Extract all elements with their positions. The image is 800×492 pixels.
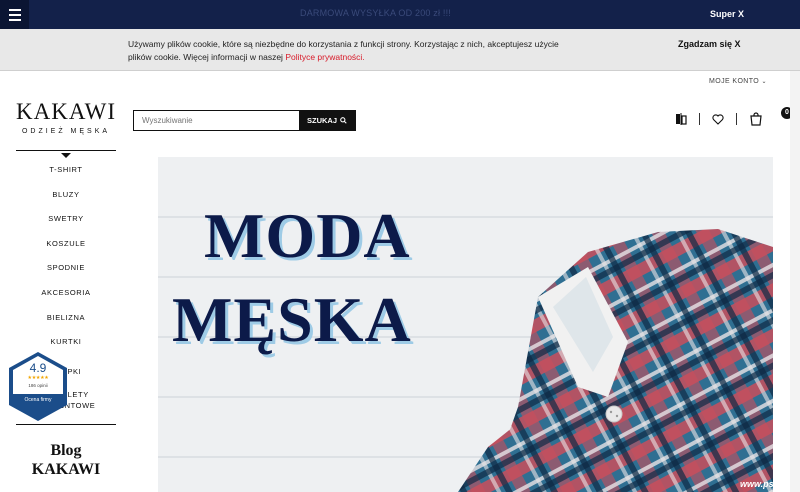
hero-banner[interactable]: MODA MĘSKA (158, 157, 773, 492)
rating-badge[interactable]: 4.9 ★★★★★ 186 opinii Ocena firmy (7, 350, 69, 423)
cookie-text-line1: Używamy plików cookie, które są niezbędn… (128, 39, 559, 49)
logo-main: KAKAWI (16, 99, 116, 124)
blog-title: Blog (50, 442, 82, 459)
divider (736, 113, 737, 125)
search-button-label: SZUKAJ (306, 116, 337, 125)
category-nav: T-SHIRT BLUZY SWETRY KOSZULE SPODNIE AKC… (16, 150, 116, 355)
nav-item-bielizna[interactable]: BIELIZNA (16, 306, 116, 331)
nav-item-akcesoria[interactable]: AKCESORIA (16, 281, 116, 306)
hero-heading-line1: MODA (204, 200, 411, 271)
nav-item-bluzy[interactable]: BLUZY (16, 183, 116, 208)
search-button[interactable]: SZUKAJ (299, 111, 355, 130)
nav-item-koszule[interactable]: KOSZULE (16, 232, 116, 257)
rating-count: 186 opinii (28, 383, 48, 388)
divider (699, 113, 700, 125)
menu-icon[interactable] (0, 0, 29, 29)
rating-stars: ★★★★★ (27, 375, 49, 381)
rating-label: Ocena firmy (24, 397, 52, 403)
watermark: www.psji.pl (740, 479, 790, 489)
compare-icon[interactable] (675, 113, 687, 125)
top-bar: DARMOWA WYSYŁKA OD 200 zł !!! Super X (0, 0, 800, 29)
search-icon (340, 117, 347, 124)
scrollbar[interactable] (790, 71, 800, 492)
super-x-button[interactable]: Super X (710, 9, 744, 19)
search-input[interactable] (134, 111, 300, 130)
privacy-policy-link[interactable]: Polityce prywatności. (285, 52, 364, 62)
cookie-text: Używamy plików cookie, które są niezbędn… (128, 38, 608, 64)
logo-sub: ODZIEŻ MĘSKA (21, 128, 111, 135)
search-form: SZUKAJ (133, 110, 356, 131)
logo[interactable]: KAKAWI ODZIEŻ MĘSKA (14, 99, 118, 136)
promo-text: DARMOWA WYSYŁKA OD 200 zł !!! (300, 8, 452, 18)
blog-divider (16, 424, 116, 425)
nav-item-swetry[interactable]: SWETRY (16, 207, 116, 232)
cookie-accept-button[interactable]: Zgadzam się X (678, 39, 741, 49)
account-label: MOJE KONTO (709, 78, 760, 85)
header-icons (675, 112, 763, 126)
nav-item-spodnie[interactable]: SPODNIE (16, 256, 116, 281)
blog-subtitle: KAKAWI (31, 461, 101, 478)
heart-icon[interactable] (712, 113, 724, 125)
cookie-text-line2: plików cookie. Więcej informacji w nasze… (128, 52, 286, 62)
nav-item-tshirt[interactable]: T-SHIRT (16, 158, 116, 183)
blog-link[interactable]: Blog KAKAWI (16, 441, 116, 479)
chevron-down-icon: ⌄ (761, 79, 767, 85)
cookie-banner: Używamy plików cookie, które są niezbędn… (0, 29, 800, 71)
hero-heading-line2: MĘSKA (172, 284, 412, 355)
nav-divider (16, 150, 116, 151)
rating-score: 4.9 (29, 361, 47, 375)
rating-content: 4.9 ★★★★★ 186 opinii Ocena firmy (7, 350, 69, 423)
account-menu[interactable]: MOJE KONTO ⌄ (709, 78, 767, 85)
cart-icon[interactable] (749, 112, 763, 126)
